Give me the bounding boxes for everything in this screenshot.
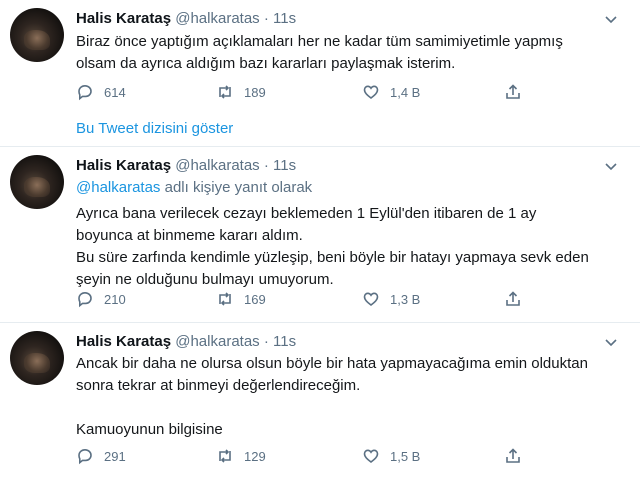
chevron-down-icon[interactable] (604, 159, 618, 173)
author-name[interactable]: Halis Karataş (76, 157, 171, 174)
tweet-actions: 291 129 1,5 B (76, 447, 526, 467)
like-button[interactable]: 1,5 B (362, 447, 420, 465)
tweet-header: Halis Karataş @halkaratas · 11s (76, 333, 296, 350)
tweet-line: sonra tekrar at binmeyi değerlendireceği… (76, 377, 361, 394)
like-count: 1,5 B (390, 448, 421, 464)
like-button[interactable]: 1,3 B (362, 290, 420, 308)
show-thread-link[interactable]: Bu Tweet dizisini göster (76, 120, 233, 137)
tweet-line: şeyin ne olduğunu bulmayı umuyorum. (76, 271, 334, 288)
tweet-text: @halkaratas adlı kişiye yanıt olarak Ayr… (76, 177, 626, 291)
tweet-time[interactable]: · 11s (264, 333, 296, 350)
avatar[interactable] (10, 331, 64, 385)
tweet-actions: 210 169 1,3 B (76, 290, 526, 310)
tweet-text: Biraz önce yaptığım açıklamaları her ne … (76, 31, 626, 75)
reply-icon (78, 448, 92, 465)
retweet-button[interactable]: 189 (216, 83, 266, 101)
retweet-icon (219, 85, 231, 99)
tweet-header: Halis Karataş @halkaratas · 11s (76, 157, 296, 174)
reply-button[interactable]: 291 (76, 447, 126, 465)
chevron-down-icon[interactable] (604, 335, 618, 349)
retweet-count: 189 (244, 84, 266, 100)
retweet-icon (219, 449, 231, 463)
reply-button[interactable]: 210 (76, 290, 126, 308)
author-handle[interactable]: @halkaratas (175, 10, 259, 27)
tweet-time[interactable]: · 11s (264, 157, 296, 174)
reply-count: 210 (104, 291, 126, 307)
reply-count: 291 (104, 448, 126, 464)
tweet-2[interactable]: Halis Karataş @halkaratas · 11s @halkara… (0, 147, 640, 320)
reply-context-label: adlı kişiye yanıt olarak (160, 179, 313, 196)
share-icon (506, 291, 520, 306)
like-count: 1,3 B (390, 291, 421, 307)
avatar[interactable] (10, 155, 64, 209)
reply-context: @halkaratas adlı kişiye yanıt olarak (76, 177, 626, 199)
retweet-icon (219, 292, 231, 306)
retweet-button[interactable]: 169 (216, 290, 266, 308)
chevron-down-icon[interactable] (604, 12, 618, 26)
share-button[interactable] (504, 447, 522, 465)
author-handle[interactable]: @halkaratas (175, 333, 259, 350)
author-name[interactable]: Halis Karataş (76, 333, 171, 350)
mention-link[interactable]: @halkaratas (76, 179, 160, 196)
tweet-time[interactable]: · 11s (264, 10, 296, 27)
reply-icon (78, 84, 92, 101)
author-handle[interactable]: @halkaratas (175, 157, 259, 174)
like-icon (363, 85, 379, 100)
tweet-text: Ancak bir daha ne olursa olsun böyle bir… (76, 353, 626, 441)
like-icon (363, 292, 379, 307)
tweet-3[interactable]: Halis Karataş @halkaratas · 11s Ancak bi… (0, 323, 640, 481)
tweet-line: olsam da ayrıca aldığım bazı kararları p… (76, 55, 456, 72)
share-icon (506, 448, 520, 463)
tweet-1[interactable]: Halis Karataş @halkaratas · 11s Biraz ön… (0, 0, 640, 115)
tweet-line (76, 397, 626, 419)
tweet-line: boyunca at binmeme kararı aldım. (76, 227, 303, 244)
tweet-header: Halis Karataş @halkaratas · 11s (76, 10, 296, 27)
author-name[interactable]: Halis Karataş (76, 10, 171, 27)
like-count: 1,4 B (390, 84, 421, 100)
retweet-count: 169 (244, 291, 266, 307)
retweet-count: 129 (244, 448, 266, 464)
tweet-actions: 614 189 1,4 B (76, 83, 526, 103)
tweet-line: Biraz önce yaptığım açıklamaları her ne … (76, 33, 563, 50)
tweet-line: Ayrıca bana verilecek cezayı beklemeden … (76, 205, 537, 222)
share-button[interactable] (504, 290, 522, 308)
tweet-line: Bu süre zarfında kendimle yüzleşip, beni… (76, 249, 589, 266)
avatar[interactable] (10, 8, 64, 62)
share-icon (506, 84, 520, 99)
retweet-button[interactable]: 129 (216, 447, 266, 465)
tweet-line: Ancak bir daha ne olursa olsun böyle bir… (76, 355, 588, 372)
reply-count: 614 (104, 84, 126, 100)
like-button[interactable]: 1,4 B (362, 83, 420, 101)
reply-button[interactable]: 614 (76, 83, 126, 101)
reply-icon (78, 291, 92, 308)
like-icon (363, 449, 379, 464)
tweet-line: Kamuoyunun bilgisine (76, 421, 223, 438)
share-button[interactable] (504, 83, 522, 101)
